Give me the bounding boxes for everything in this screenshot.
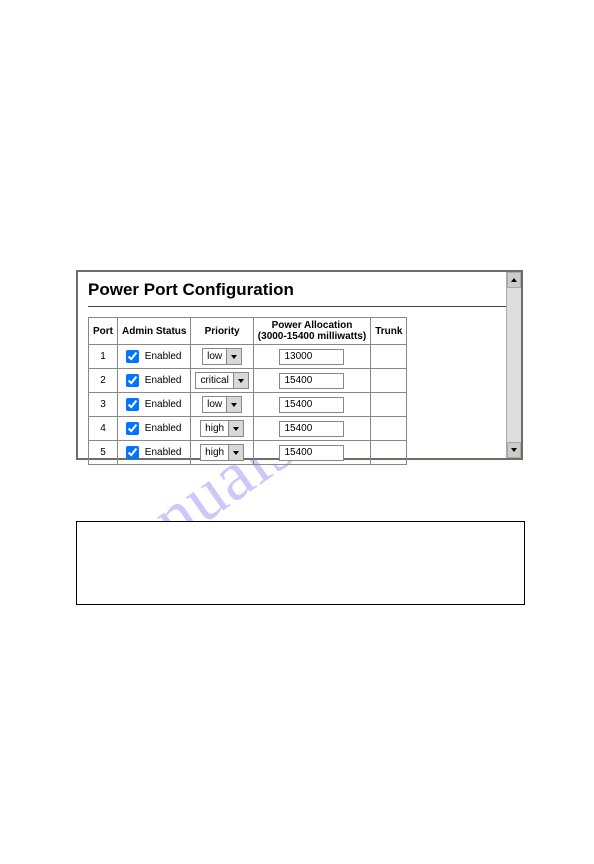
admin-status-cell: Enabled: [118, 417, 191, 441]
allocation-cell: [253, 393, 370, 417]
table-row: 1 Enabled low: [89, 345, 407, 369]
allocation-input[interactable]: [279, 349, 344, 365]
trunk-cell: [371, 417, 407, 441]
table-row: 5 Enabled high: [89, 441, 407, 465]
priority-value: critical: [196, 373, 232, 388]
table-header-row: Port Admin Status Priority Power Allocat…: [89, 318, 407, 345]
priority-cell: high: [191, 417, 253, 441]
priority-cell: high: [191, 441, 253, 465]
chevron-down-icon: [231, 355, 237, 359]
enabled-label: Enabled: [145, 351, 182, 362]
col-priority: Priority: [191, 318, 253, 345]
col-trunk: Trunk: [371, 318, 407, 345]
enabled-checkbox[interactable]: [126, 422, 139, 435]
priority-value: low: [203, 349, 226, 364]
priority-cell: critical: [191, 369, 253, 393]
priority-select[interactable]: high: [200, 444, 244, 461]
allocation-input[interactable]: [279, 373, 344, 389]
port-number-cell: 4: [89, 417, 118, 441]
select-dropdown-button[interactable]: [226, 349, 241, 364]
chevron-down-icon: [238, 379, 244, 383]
allocation-cell: [253, 369, 370, 393]
allocation-input[interactable]: [279, 397, 344, 413]
priority-value: low: [203, 397, 226, 412]
page-title: Power Port Configuration: [88, 280, 517, 300]
select-dropdown-button[interactable]: [226, 397, 241, 412]
enabled-label: Enabled: [145, 399, 182, 410]
select-dropdown-button[interactable]: [228, 421, 243, 436]
port-number-cell: 3: [89, 393, 118, 417]
scroll-up-button[interactable]: [507, 272, 521, 288]
table-row: 3 Enabled low: [89, 393, 407, 417]
enabled-checkbox[interactable]: [126, 398, 139, 411]
select-dropdown-button[interactable]: [228, 445, 243, 460]
priority-select[interactable]: high: [200, 420, 244, 437]
col-power-allocation-line1: Power Allocation: [272, 320, 353, 331]
priority-select[interactable]: low: [202, 348, 242, 365]
chevron-down-icon: [233, 451, 239, 455]
title-divider: [88, 306, 517, 307]
chevron-up-icon: [511, 278, 517, 282]
trunk-cell: [371, 441, 407, 465]
scroll-down-button[interactable]: [507, 442, 521, 458]
enabled-label: Enabled: [145, 375, 182, 386]
trunk-cell: [371, 345, 407, 369]
col-power-allocation-line2: (3000-15400 milliwatts): [258, 331, 366, 342]
priority-value: high: [201, 445, 228, 460]
priority-cell: low: [191, 345, 253, 369]
priority-select[interactable]: low: [202, 396, 242, 413]
enabled-checkbox[interactable]: [126, 350, 139, 363]
config-panel: Power Port Configuration Port Admin Stat…: [76, 270, 523, 460]
chevron-down-icon: [231, 403, 237, 407]
admin-status-cell: Enabled: [118, 345, 191, 369]
empty-box: [76, 521, 525, 605]
table-row: 4 Enabled high: [89, 417, 407, 441]
enabled-label: Enabled: [145, 447, 182, 458]
priority-value: high: [201, 421, 228, 436]
col-admin-status: Admin Status: [118, 318, 191, 345]
trunk-cell: [371, 393, 407, 417]
allocation-input[interactable]: [279, 445, 344, 461]
scrollbar[interactable]: [506, 272, 521, 458]
chevron-down-icon: [511, 448, 517, 452]
enabled-label: Enabled: [145, 423, 182, 434]
allocation-cell: [253, 345, 370, 369]
col-power-allocation: Power Allocation (3000-15400 milliwatts): [253, 318, 370, 345]
allocation-cell: [253, 441, 370, 465]
priority-select[interactable]: critical: [195, 372, 248, 389]
enabled-checkbox[interactable]: [126, 374, 139, 387]
port-number-cell: 5: [89, 441, 118, 465]
allocation-cell: [253, 417, 370, 441]
allocation-input[interactable]: [279, 421, 344, 437]
admin-status-cell: Enabled: [118, 441, 191, 465]
trunk-cell: [371, 369, 407, 393]
port-config-table: Port Admin Status Priority Power Allocat…: [88, 317, 407, 465]
table-row: 2 Enabled critical: [89, 369, 407, 393]
admin-status-cell: Enabled: [118, 393, 191, 417]
port-number-cell: 1: [89, 345, 118, 369]
priority-cell: low: [191, 393, 253, 417]
enabled-checkbox[interactable]: [126, 446, 139, 459]
admin-status-cell: Enabled: [118, 369, 191, 393]
select-dropdown-button[interactable]: [233, 373, 248, 388]
col-port: Port: [89, 318, 118, 345]
chevron-down-icon: [233, 427, 239, 431]
port-number-cell: 2: [89, 369, 118, 393]
